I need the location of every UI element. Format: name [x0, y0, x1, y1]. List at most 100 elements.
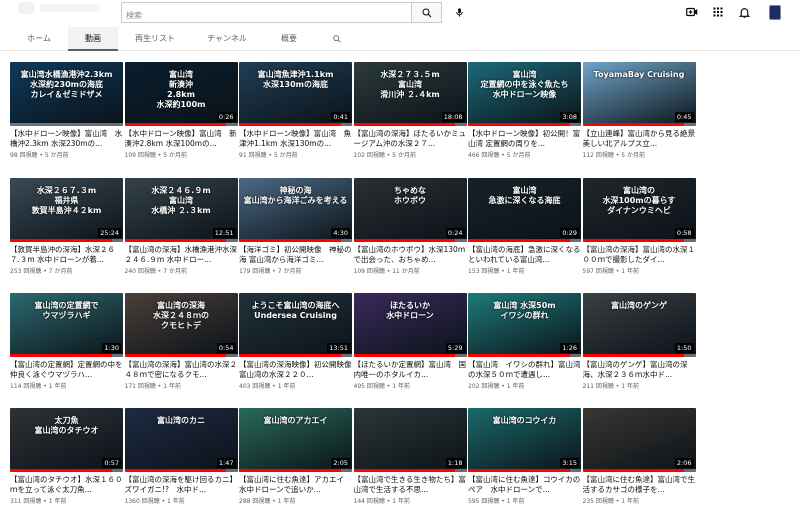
tab-playlists[interactable]: 再生リスト: [126, 27, 184, 50]
video-title[interactable]: 【富山湾のゲンゲ】富山湾の深海、水深２３６ｍ水中ド...: [583, 360, 696, 380]
video-card[interactable]: ようこそ富山湾の海底へ Undersea Cruising 13:51 【富山湾の深…: [239, 293, 352, 403]
video-thumbnail[interactable]: ほたるいか 水中ドローン 5:29: [353, 293, 467, 357]
video-title[interactable]: 【富山湾で生きる生き物たち】富山湾で生活する不思...: [354, 475, 467, 495]
video-card[interactable]: 富山湾水橋漁港沖2.3km 水深約230mの海底 カレイ＆ゼミドザメ【水中ドロー…: [10, 62, 123, 172]
video-thumbnail[interactable]: 富山湾 定置網の中を泳ぐ魚たち 水中ドローン映像 3:08: [468, 62, 581, 126]
video-title[interactable]: 【敦賀半島沖の深海】水深２６７.３m 水中ドローンが着...: [10, 245, 123, 265]
view-count: 98 回視聴: [10, 152, 38, 159]
watch-progress-bar: [468, 239, 570, 242]
video-card[interactable]: 太刀魚 富山湾のタチウオ 0:57 【富山湾のタチウオ】水深１６０ｍを立って泳ぐ太刀…: [10, 408, 123, 518]
tab-about[interactable]: 概要: [270, 27, 308, 50]
video-thumbnail[interactable]: ToyamaBay Cruising 0:45: [582, 62, 696, 126]
video-thumbnail[interactable]: 富山湾 水深50m イワシの群れ 1:26: [468, 293, 581, 357]
video-thumbnail[interactable]: 水深２６７.３m 福井県 敦賀半島沖４２km 25:24: [10, 178, 123, 242]
search-button[interactable]: [411, 2, 442, 23]
video-thumbnail[interactable]: 富山湾のカニ 1:47: [124, 408, 238, 472]
watch-progress-bar: [10, 469, 112, 472]
video-title[interactable]: 【富山湾 イワシの群れ】富山湾の水深５０ｍで遭遇し...: [468, 360, 581, 380]
video-title[interactable]: 【水中ドローン映像】富山湾 水橋沖2.3km 水深230mの...: [10, 129, 123, 149]
video-thumbnail[interactable]: 富山湾 新湊沖 2.8km 水深約100m 0:26: [124, 62, 238, 126]
video-thumbnail[interactable]: 富山湾の 水深100mの暮らす ダイナンウミヘビ 0:58: [582, 178, 696, 242]
video-thumbnail[interactable]: 富山湾水橋漁港沖2.3km 水深約230mの海底 カレイ＆ゼミドザメ: [10, 62, 123, 126]
tab-channels[interactable]: チャンネル: [198, 27, 256, 50]
video-title[interactable]: 【水中ドローン映像】富山湾 魚津沖1.1km 水深130mの...: [239, 129, 352, 149]
video-title[interactable]: 【水中ドローン映像】初公開！富山湾 定置網の周りを...: [468, 129, 581, 149]
video-thumbnail[interactable]: 水深２４６.９m 富山湾 水橋沖 ２.３km 12:51: [124, 178, 238, 242]
channel-search-button[interactable]: [322, 27, 352, 50]
video-thumbnail[interactable]: ちゃめな ホウボウ 0:24: [353, 178, 467, 242]
video-title[interactable]: 【富山湾の深海】水橋漁港沖水深２４６.９m 水中ドロー...: [125, 245, 238, 265]
video-card[interactable]: 富山湾 定置網の中を泳ぐ魚たち 水中ドローン映像 3:08 【水中ドローン映像】初公…: [468, 62, 581, 172]
video-card[interactable]: 富山湾 新湊沖 2.8km 水深約100m 0:26 【水中ドローン映像】富山湾 新…: [124, 62, 238, 172]
video-title[interactable]: 【立山連峰】富山湾から見る絶景 美しい北アルプス立...: [583, 129, 696, 149]
video-title[interactable]: 【富山湾の深海】富山湾の水深２４８ｍで密になるクモ...: [125, 360, 238, 380]
tab-videos[interactable]: 動画: [68, 27, 118, 51]
video-card[interactable]: 1:18 【富山湾で生きる生き物たち】富山湾で生活する不思... 144 回視聴 •…: [353, 408, 467, 518]
video-title[interactable]: 【富山湾のホウボウ】水深130mで出会った、おちゃめ...: [354, 245, 467, 265]
duration-badge: 2:05: [331, 458, 350, 468]
video-thumbnail[interactable]: 1:18: [353, 408, 467, 472]
view-count: 403 回視聴: [239, 383, 271, 390]
video-title[interactable]: 【富山湾の深海】ほたるいかミュージアム沖の水深２７...: [354, 129, 467, 149]
video-title[interactable]: 【海洋ゴミ】初公開映像 神秘の海 富山湾から海洋ゴミ...: [239, 245, 352, 265]
video-card[interactable]: 富山湾のカニ 1:47 【富山湾の深海を駆け回るカニ】ズワイガニ!? 水中ド... 1…: [124, 408, 238, 518]
view-count: 240 回視聴: [124, 268, 156, 275]
search-field[interactable]: [121, 2, 412, 25]
video-thumbnail[interactable]: 富山湾のアカエイ 2:05: [239, 408, 352, 472]
video-card[interactable]: ほたるいか 水中ドローン 5:29 【ほたるいか定置網】富山湾 国内唯一のホタルイカ…: [353, 293, 467, 403]
video-title[interactable]: 【ほたるいか定置網】富山湾 国内唯一のホタルイカ...: [354, 360, 467, 380]
video-title[interactable]: 【富山湾に住む魚達】アカエイ 水中ドローンで追いか...: [239, 475, 352, 495]
video-title[interactable]: 【水中ドローン映像】富山湾 新湊沖2.8km 水深100mの...: [125, 129, 238, 149]
notifications-button[interactable]: [736, 4, 752, 20]
video-thumbnail[interactable]: 富山湾の定置網で ウマヅラハギ 1:30: [10, 293, 123, 357]
video-card[interactable]: 神秘の海 富山湾から海洋ごみを考える 4:30 【海洋ゴミ】初公開映像 神秘の海 富…: [239, 178, 352, 288]
video-thumbnail[interactable]: 2:06: [582, 408, 696, 472]
video-title[interactable]: 【富山湾に住む魚達】コウイカのペア 水中ドローンで...: [468, 475, 581, 495]
video-card[interactable]: 富山湾のゲンゲ 1:50 【富山湾のゲンゲ】富山湾の深海、水深２３６ｍ水中ド... 2…: [582, 293, 696, 403]
video-card[interactable]: 富山湾の定置網で ウマヅラハギ 1:30 【富山湾の定置網】定置網の中を仲良く泳ぐウ…: [10, 293, 123, 403]
video-title[interactable]: 【富山湾の海底】急激に深くなるといわれている富山湾...: [468, 245, 581, 265]
duration-badge: 3:15: [560, 458, 579, 468]
video-card[interactable]: 富山湾の深海 水深２４８ｍの クモヒトデ 0:54 【富山湾の深海】富山湾の水深２４…: [124, 293, 238, 403]
video-thumbnail[interactable]: 富山湾 急激に深くなる海底 0:29: [468, 178, 581, 242]
video-meta: 98 回視聴 • 5 か月前: [10, 150, 123, 159]
video-thumbnail[interactable]: 富山湾魚津沖1.1km 水深130mの海底 0:41: [239, 62, 352, 126]
youtube-logo[interactable]: [0, 0, 110, 24]
duration-badge: 1:18: [445, 458, 465, 468]
search-input[interactable]: [122, 6, 411, 25]
video-card[interactable]: ちゃめな ホウボウ 0:24 【富山湾のホウボウ】水深130mで出会った、おちゃめ.…: [353, 178, 467, 288]
video-card[interactable]: 富山湾 水深50m イワシの群れ 1:26 【富山湾 イワシの群れ】富山湾の水深５０…: [468, 293, 581, 403]
view-count: 288 回視聴: [239, 498, 271, 505]
video-thumbnail[interactable]: 神秘の海 富山湾から海洋ごみを考える 4:30: [239, 178, 352, 242]
video-title[interactable]: 【富山湾の深海映像】初公開映像 富山湾の水深２２０...: [239, 360, 352, 380]
video-thumbnail[interactable]: ようこそ富山湾の海底へ Undersea Cruising 13:51: [239, 293, 352, 357]
tab-home[interactable]: ホーム: [14, 27, 64, 50]
voice-search-button[interactable]: [448, 2, 470, 23]
video-card[interactable]: ToyamaBay Cruising 0:45 【立山連峰】富山湾から見る絶景 美し…: [582, 62, 696, 172]
video-thumbnail[interactable]: 富山湾の深海 水深２４８ｍの クモヒトデ 0:54: [124, 293, 238, 357]
video-card[interactable]: 水深２６７.３m 福井県 敦賀半島沖４２km 25:24 【敦賀半島沖の深海】水深２…: [10, 178, 123, 288]
video-thumbnail[interactable]: 富山湾のゲンゲ 1:50: [582, 293, 696, 357]
video-thumbnail[interactable]: 太刀魚 富山湾のタチウオ 0:57: [10, 408, 123, 472]
video-title[interactable]: 【富山湾の定置網】定置網の中を仲良く泳ぐウマヅラハ...: [10, 360, 123, 380]
video-card[interactable]: 富山湾魚津沖1.1km 水深130mの海底 0:41 【水中ドローン映像】富山湾 魚…: [239, 62, 352, 172]
video-card[interactable]: 富山湾 急激に深くなる海底 0:29 【富山湾の海底】急激に深くなるといわれている富…: [468, 178, 581, 288]
video-card[interactable]: 水深２７３.５m 富山湾 滑川沖 ２.４km 18:08 【富山湾の深海】ほたるいか…: [353, 62, 467, 172]
create-video-button[interactable]: [684, 4, 700, 20]
video-card[interactable]: 富山湾の 水深100mの暮らす ダイナンウミヘビ 0:58 【富山湾の深海】富山湾の…: [582, 178, 696, 288]
video-card[interactable]: 水深２４６.９m 富山湾 水橋沖 ２.３km 12:51 【富山湾の深海】水橋漁港沖…: [124, 178, 238, 288]
video-title[interactable]: 【富山湾に住む魚達】富山湾で生活するカサゴの様子を...: [583, 475, 696, 495]
apps-button[interactable]: [710, 4, 726, 20]
video-title[interactable]: 【富山湾の深海】富山湾の水深１００ｍで撮影したダイ...: [583, 245, 696, 265]
video-card[interactable]: 2:06 【富山湾に住む魚達】富山湾で生活するカサゴの様子を... 235 回視聴 …: [582, 408, 696, 518]
view-count: 595 回視聴: [468, 498, 500, 505]
video-thumbnail[interactable]: 富山湾のコウイカ 3:15: [468, 408, 581, 472]
video-card[interactable]: 富山湾のアカエイ 2:05 【富山湾に住む魚達】アカエイ 水中ドローンで追いか...…: [239, 408, 352, 518]
thumbnail-caption: ほたるいか 水中ドローン: [386, 301, 434, 320]
avatar[interactable]: [767, 4, 783, 20]
video-thumbnail[interactable]: 水深２７３.５m 富山湾 滑川沖 ２.４km 18:08: [353, 62, 467, 126]
video-title[interactable]: 【富山湾の深海を駆け回るカニ】ズワイガニ!? 水中ド...: [125, 475, 238, 495]
watch-progress-bar: [353, 123, 456, 126]
video-title[interactable]: 【富山湾のタチウオ】水深１６０ｍを立って泳ぐ太刀魚...: [10, 475, 123, 495]
video-card[interactable]: 富山湾のコウイカ 3:15 【富山湾に住む魚達】コウイカのペア 水中ドローンで...…: [468, 408, 581, 518]
